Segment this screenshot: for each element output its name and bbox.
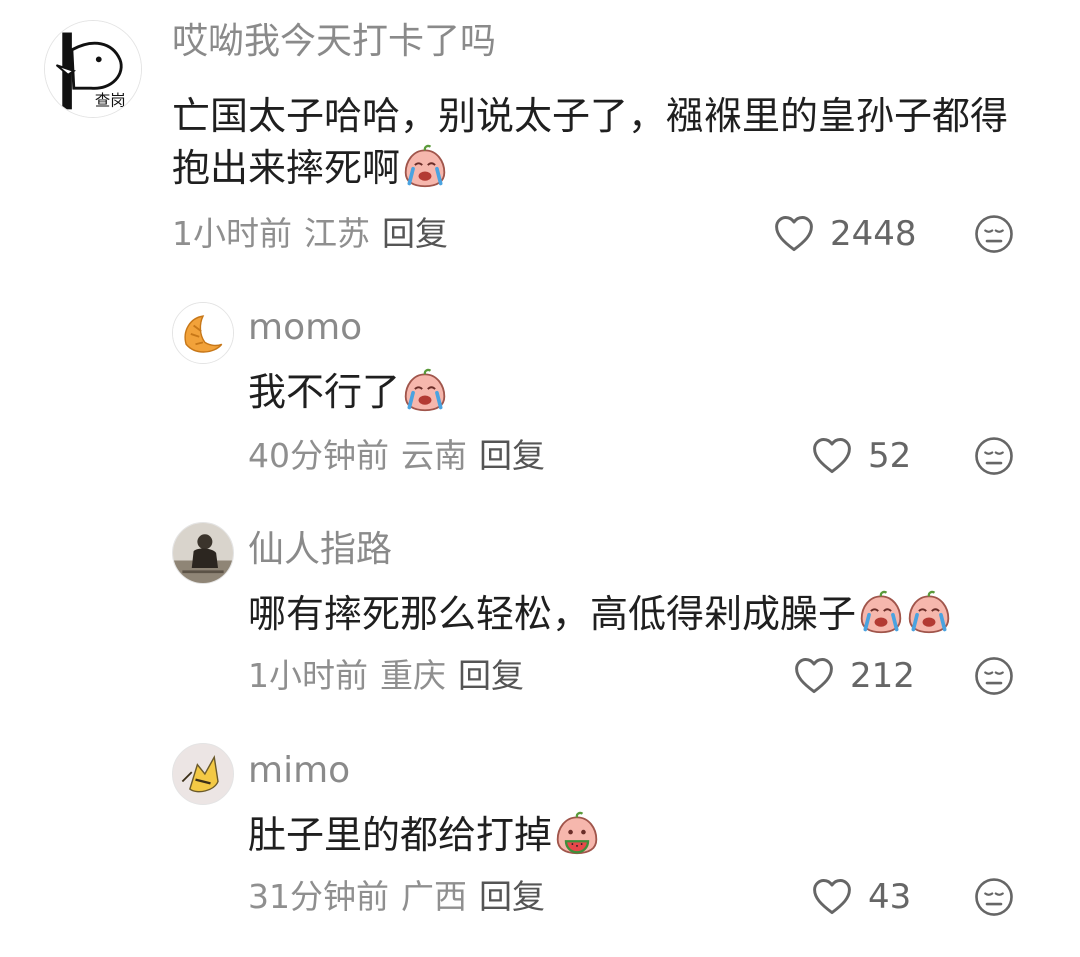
reply-button[interactable]: 回复	[479, 436, 545, 475]
heart-icon	[775, 216, 813, 252]
comment-location: 江苏	[304, 214, 370, 253]
comment-meta: 31分钟前 广西 回复	[248, 877, 557, 917]
crying-peach-emoji-icon	[858, 589, 904, 635]
username[interactable]: 哎呦我今天打卡了吗	[172, 22, 496, 62]
comment-time: 31分钟前	[248, 877, 389, 916]
sepia-photo-avatar-icon	[173, 523, 233, 583]
like-button[interactable]: 43	[810, 875, 911, 919]
comment-time: 40分钟前	[248, 436, 389, 475]
meme-avatar-icon: 查岗	[45, 21, 141, 117]
dislike-face-icon[interactable]	[973, 435, 1015, 477]
avatar[interactable]	[172, 522, 234, 584]
comment-time: 1小时前	[172, 214, 292, 253]
username[interactable]: mimo	[248, 751, 350, 791]
comment-text-content: 哪有摔死那么轻松，高低得剁成臊子	[248, 592, 857, 636]
comment-time: 1小时前	[248, 656, 368, 695]
heart-icon	[795, 658, 833, 694]
comment-text: 我不行了	[248, 366, 1008, 418]
dislike-face-icon[interactable]	[973, 876, 1015, 918]
crying-peach-emoji-icon	[402, 367, 448, 413]
reply-button[interactable]: 回复	[458, 656, 524, 695]
username[interactable]: 仙人指路	[248, 530, 392, 570]
svg-text:查岗: 查岗	[95, 91, 126, 109]
comment-text-content: 我不行了	[248, 370, 401, 414]
comment-meta: 1小时前 重庆 回复	[248, 656, 536, 696]
dislike-face-icon[interactable]	[973, 655, 1015, 697]
reply-item: 仙人指路 哪有摔死那么轻松，高低得剁成臊子 1小时前 重庆 回复 212	[0, 512, 1080, 712]
avatar[interactable]: 查岗	[44, 20, 142, 118]
crying-peach-emoji-icon	[402, 143, 448, 189]
reply-item: momo 我不行了 40分钟前 云南 回复 52	[0, 290, 1080, 490]
comment-text: 亡国太子哈哈，别说太子了，襁褓里的皇孙子都得抱出来摔死啊	[172, 90, 1032, 194]
like-count: 212	[850, 656, 915, 696]
heart-icon	[813, 879, 851, 915]
avatar[interactable]	[172, 743, 234, 805]
croissant-avatar-icon	[173, 303, 233, 363]
like-button[interactable]: 52	[810, 434, 911, 478]
like-count: 2448	[830, 214, 917, 254]
like-count: 52	[868, 436, 912, 476]
reply-button[interactable]: 回复	[479, 877, 545, 916]
like-count: 43	[868, 877, 912, 917]
username[interactable]: momo	[248, 308, 362, 348]
reply-item: mimo 肚子里的都给打掉 31分钟前 广西 回复 43	[0, 733, 1080, 933]
like-button[interactable]: 2448	[772, 212, 917, 256]
avatar[interactable]	[172, 302, 234, 364]
reply-button[interactable]: 回复	[382, 214, 448, 253]
like-button[interactable]: 212	[792, 654, 915, 698]
comment-meta: 40分钟前 云南 回复	[248, 436, 557, 476]
comment-text: 肚子里的都给打掉	[248, 809, 1008, 861]
comment-location: 广西	[401, 877, 467, 916]
comment-meta: 1小时前 江苏 回复	[172, 214, 460, 254]
crying-peach-emoji-icon	[906, 589, 952, 635]
comment-location: 云南	[401, 436, 467, 475]
comment-location: 重庆	[380, 656, 446, 695]
comment-text: 哪有摔死那么轻松，高低得剁成臊子	[248, 588, 1068, 640]
comment-item: 查岗 哎呦我今天打卡了吗 亡国太子哈哈，别说太子了，襁褓里的皇孙子都得抱出来摔死…	[0, 0, 1080, 260]
heart-icon	[813, 438, 851, 474]
comment-text-content: 亡国太子哈哈，别说太子了，襁褓里的皇孙子都得抱出来摔死啊	[172, 94, 1009, 190]
comment-text-content: 肚子里的都给打掉	[248, 813, 553, 857]
yellow-cartoon-avatar-icon	[173, 744, 233, 804]
eating-watermelon-peach-emoji-icon	[554, 810, 600, 856]
dislike-face-icon[interactable]	[973, 213, 1015, 255]
